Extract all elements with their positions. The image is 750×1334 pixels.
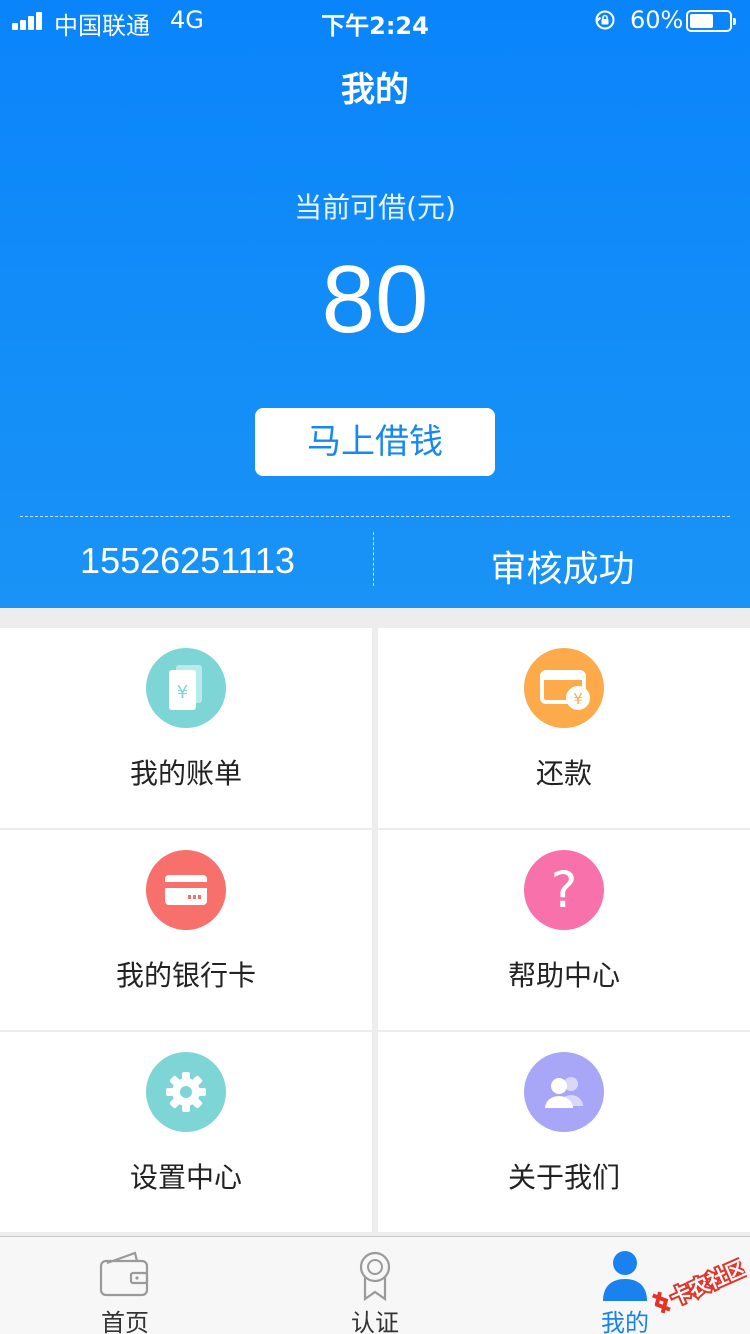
menu-item-about-us[interactable]: 关于我们 [378, 1032, 750, 1232]
menu-grid: ¥ 我的账单 ¥ 还款 我的银行卡 ? 帮助中心 设置中心 关于我们 [0, 628, 750, 1234]
page-title: 我的 [341, 70, 409, 110]
menu-item-my-bill[interactable]: ¥ 我的账单 [0, 628, 372, 828]
screen: 中国联通 4G 下午2:24 60% 我的 当前可借(元) 80 马上借钱 15… [0, 0, 750, 1334]
tab-label: 首页 [101, 1309, 149, 1334]
battery-icon [686, 10, 736, 32]
tab-verification[interactable]: 认证 [250, 1237, 500, 1334]
battery-percent: 60% [630, 6, 684, 34]
bill-icon: ¥ [146, 648, 226, 728]
badge-icon [359, 1251, 391, 1302]
dashed-divider [20, 516, 730, 517]
settings-icon [146, 1052, 226, 1132]
menu-item-label: 还款 [535, 757, 592, 790]
tab-bar: 首页 认证 我的 [0, 1236, 750, 1334]
menu-item-label: 关于我们 [507, 1161, 620, 1194]
menu-item-label: 设置中心 [129, 1161, 242, 1194]
menu-item-settings-center[interactable]: 设置中心 [0, 1032, 372, 1232]
wallet-icon [99, 1251, 149, 1297]
menu-item-label: 帮助中心 [507, 959, 620, 992]
rotation-lock-icon [595, 10, 615, 30]
available-amount: 80 [321, 246, 429, 353]
about-us-icon [524, 1052, 604, 1132]
menu-item-my-bank-card[interactable]: 我的银行卡 [0, 830, 372, 1030]
phone-number: 15526251113 [80, 540, 295, 581]
available-label: 当前可借(元) [294, 191, 456, 224]
help-icon: ? [524, 850, 604, 930]
repay-icon: ¥ [524, 648, 604, 728]
menu-item-repay[interactable]: ¥ 还款 [378, 628, 750, 828]
menu-item-label: 我的账单 [129, 757, 242, 790]
header: 中国联通 4G 下午2:24 60% 我的 当前可借(元) 80 马上借钱 15… [0, 0, 750, 608]
tab-label: 认证 [351, 1309, 399, 1334]
borrow-now-button[interactable]: 马上借钱 [255, 408, 495, 476]
review-status: 审核成功 [490, 549, 635, 590]
status-bar: 中国联通 4G 下午2:24 60% [0, 0, 750, 40]
menu-item-label: 我的银行卡 [115, 959, 256, 992]
tab-home[interactable]: 首页 [0, 1237, 250, 1334]
svg-text:¥: ¥ [573, 690, 583, 708]
menu-item-help-center[interactable]: ? 帮助中心 [378, 830, 750, 1030]
svg-text:?: ? [551, 861, 578, 919]
battery-fill [690, 14, 713, 28]
bank-card-icon [146, 850, 226, 930]
person-icon [603, 1251, 647, 1301]
svg-text:¥: ¥ [177, 682, 188, 703]
